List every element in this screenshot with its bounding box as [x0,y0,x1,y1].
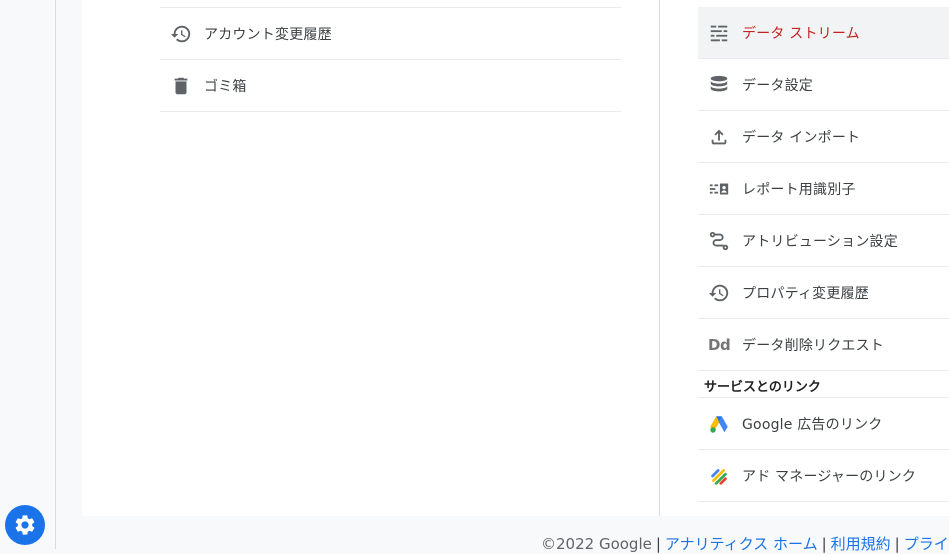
google-ads-links-item[interactable]: Google 広告のリンク [698,398,949,450]
data-import-item[interactable]: データ インポート [698,111,949,163]
database-icon [698,74,742,96]
data-deletion-requests-item[interactable]: Dd データ削除リクエスト [698,319,949,371]
trash-label: ゴミ箱 [204,78,247,95]
upload-icon [698,126,742,148]
property-settings-list: データ ストリーム データ設定 データ インポート レポート用識別子 アトリビュ… [698,7,949,502]
google-ads-icon [698,413,742,435]
data-import-label: データ インポート [742,129,861,146]
attribution-icon [698,230,742,252]
terms-link[interactable]: 利用規約 [831,535,891,553]
ad-manager-links-label: アド マネージャーのリンク [742,468,917,485]
reporting-identity-icon [698,178,742,200]
product-links-section-title: サービスとのリンク [698,374,949,398]
data-settings-item[interactable]: データ設定 [698,59,949,111]
gear-icon [15,515,35,535]
reporting-identity-item[interactable]: レポート用識別子 [698,163,949,215]
ad-manager-links-item[interactable]: アド マネージャーのリンク [698,450,949,502]
ad-manager-icon [698,465,742,487]
data-deletion-requests-label: データ削除リクエスト [742,337,884,354]
admin-settings-button[interactable] [5,505,45,545]
account-change-history-label: アカウント変更履歴 [204,26,332,43]
attribution-settings-label: アトリビューション設定 [742,233,898,250]
account-change-history-item[interactable]: アカウント変更履歴 [160,8,621,60]
left-navigation-rail [0,0,56,549]
property-change-history-item[interactable]: プロパティ変更履歴 [698,267,949,319]
footer-separator: | [655,535,661,553]
data-settings-label: データ設定 [742,77,813,94]
history-icon [698,282,742,304]
privacy-link[interactable]: プライ [904,535,949,553]
data-streams-label: データ ストリーム [742,25,860,42]
data-streams-item[interactable]: データ ストリーム [698,7,949,59]
trash-item[interactable]: ゴミ箱 [160,60,621,112]
data-streams-icon [698,22,742,44]
account-settings-list: アカウント変更履歴 ゴミ箱 [160,7,621,112]
analytics-home-link[interactable]: アナリティクス ホーム [665,535,818,553]
footer-separator: | [821,535,827,553]
attribution-settings-item[interactable]: アトリビューション設定 [698,215,949,267]
dd-icon: Dd [698,336,742,354]
google-ads-links-label: Google 広告のリンク [742,416,883,433]
dd-icon-text: Dd [708,335,731,354]
copyright-text: ©2022 Google [541,535,652,553]
history-icon [160,23,204,45]
trash-icon [160,75,204,97]
footer: ©2022 Google | アナリティクス ホーム | 利用規約 | プライ [541,533,949,554]
footer-separator: | [894,535,900,553]
reporting-identity-label: レポート用識別子 [742,181,856,198]
column-divider [659,0,660,516]
property-change-history-label: プロパティ変更履歴 [742,285,869,302]
